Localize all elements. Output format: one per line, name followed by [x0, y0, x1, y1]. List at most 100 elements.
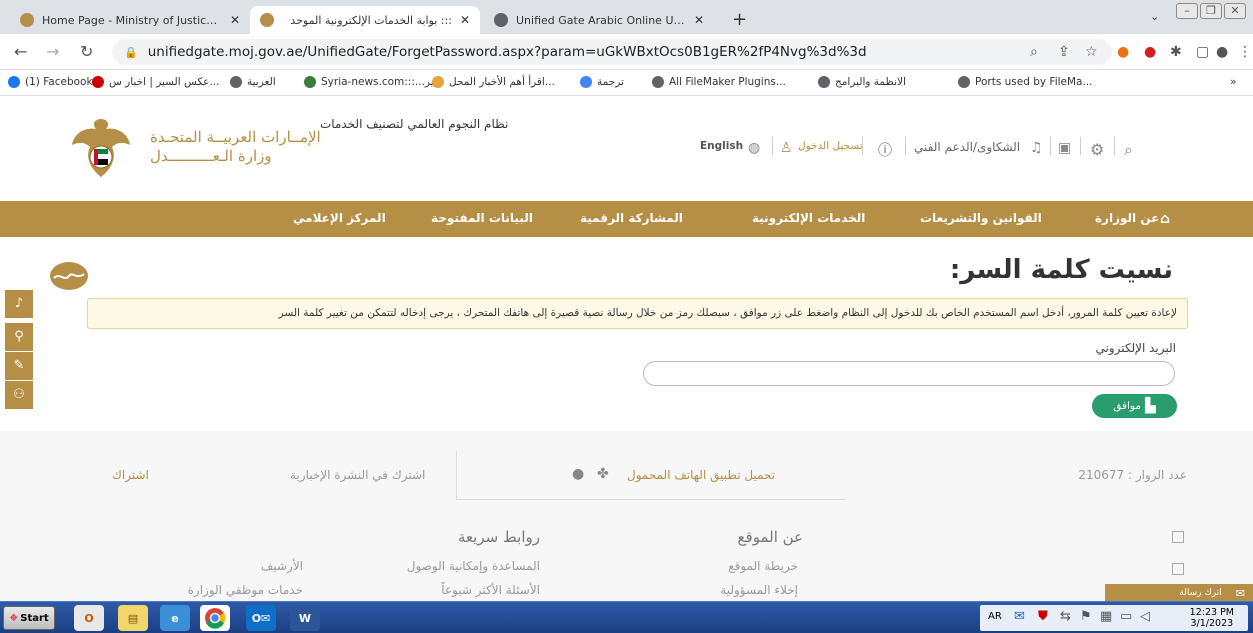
- share-icon[interactable]: ⇪: [1058, 44, 1070, 60]
- tab-search-chevron-icon[interactable]: ⌄: [1150, 10, 1159, 23]
- nav-laws[interactable]: القوانين والتشريعات: [920, 211, 1042, 225]
- close-tab-icon[interactable]: ✕: [460, 13, 470, 27]
- maximize-window-icon[interactable]: ❐: [1200, 3, 1222, 19]
- leave-message-tab[interactable]: اترك رسالة ✉: [1105, 584, 1253, 602]
- nav-media-center[interactable]: المركز الإعلامي: [293, 211, 386, 225]
- flag-tray-icon[interactable]: ⚑: [1080, 609, 1092, 624]
- edit-pen-icon[interactable]: ✎: [5, 352, 33, 380]
- bookmark-item[interactable]: عكس السير | اخبار س...: [92, 76, 219, 88]
- browser-toolbar: ← → ↻ 🔒 unifiedgate.moj.gov.ae/UnifiedGa…: [0, 34, 1253, 70]
- clock[interactable]: 12:23 PM 3/1/2023: [1190, 607, 1234, 629]
- url-text: unifiedgate.moj.gov.ae/UnifiedGate/Forge…: [147, 44, 867, 60]
- save-disk-icon: ▙: [1144, 398, 1156, 414]
- windows-logo-icon: ❖: [9, 612, 19, 624]
- newsletter-label[interactable]: اشترك في النشرة الإخبارية: [290, 468, 425, 482]
- nav-about-ministry[interactable]: عن الوزارة: [1095, 211, 1159, 225]
- browser-tab[interactable]: Home Page - Ministry of Justice - U/ ✕: [10, 6, 250, 34]
- english-link[interactable]: English: [700, 140, 743, 152]
- envelope-icon: ✉: [1235, 586, 1245, 600]
- divider: [772, 137, 773, 155]
- browser-tab[interactable]: Unified Gate Arabic Online User Ma ✕: [484, 6, 714, 34]
- word-icon[interactable]: W: [290, 605, 320, 631]
- address-bar[interactable]: 🔒 unifiedgate.moj.gov.ae/UnifiedGate/For…: [112, 39, 1112, 65]
- bookmark-item[interactable]: (1) Facebook: [8, 76, 93, 88]
- volume-tray-icon[interactable]: ◁: [1140, 609, 1150, 624]
- email-label: البريد الإلكتروني: [1095, 341, 1176, 355]
- nav-open-data[interactable]: البيانات المفتوحة: [431, 211, 533, 225]
- disclaimer-link[interactable]: إخلاء المسؤولية: [720, 583, 798, 597]
- minimize-window-icon[interactable]: –: [1176, 3, 1198, 19]
- clipboard-tray-icon[interactable]: ▦: [1100, 609, 1112, 624]
- bookmark-item[interactable]: Syria-news.com:::...سير: [304, 76, 443, 88]
- bookmark-item[interactable]: العربية: [230, 76, 276, 88]
- nav-digital-participation[interactable]: المشاركة الرقمية: [580, 211, 683, 225]
- close-window-icon[interactable]: ✕: [1224, 3, 1246, 19]
- uae-eagle-emblem-icon: [72, 119, 130, 177]
- bookmark-item[interactable]: الانظمة والبرامج: [818, 76, 906, 88]
- globe-language-icon[interactable]: ◍: [748, 140, 760, 156]
- opera-extension-icon[interactable]: ●: [1144, 44, 1156, 60]
- mobile-app-label: تحميل تطبيق الهاتف المحمول: [627, 468, 776, 482]
- bookmark-item[interactable]: All FileMaker Plugins...: [652, 76, 786, 88]
- reload-icon[interactable]: ↻: [80, 42, 93, 61]
- close-tab-icon[interactable]: ✕: [694, 13, 704, 27]
- start-button[interactable]: ❖ Start: [3, 606, 55, 630]
- extensions-puzzle-icon[interactable]: ✱: [1170, 44, 1182, 60]
- search-icon[interactable]: ⌕: [1124, 140, 1133, 160]
- apple-icon[interactable]: ●: [572, 466, 584, 482]
- network-tray-icon[interactable]: ⇆: [1060, 609, 1071, 624]
- bookmark-item[interactable]: Ports used by FileMa...: [958, 76, 1093, 88]
- headset-icon[interactable]: ♫: [1030, 140, 1043, 156]
- chrome-icon[interactable]: [200, 605, 230, 631]
- display-tray-icon[interactable]: ▭: [1120, 609, 1132, 624]
- info-icon[interactable]: ⓘ: [878, 140, 892, 160]
- internet-explorer-icon[interactable]: e: [160, 605, 190, 631]
- email-input[interactable]: [643, 361, 1175, 386]
- android-icon[interactable]: ✤: [597, 466, 609, 482]
- stars-rating-broken-image[interactable]: نظام النجوم العالمي لتصنيف الخدمات: [320, 117, 508, 131]
- new-tab-button[interactable]: +: [732, 9, 747, 30]
- archive-link[interactable]: الأرشيف: [261, 559, 303, 573]
- accessibility-tool-icon[interactable]: ⚲: [5, 323, 33, 351]
- office-app-icon[interactable]: O: [74, 605, 104, 631]
- outlook-icon[interactable]: O✉: [246, 605, 276, 631]
- divider: [1080, 137, 1081, 155]
- nav-eservices[interactable]: الخدمات الإلكترونية: [752, 211, 865, 225]
- accessibility-link[interactable]: المساعدة وإمكانية الوصول: [407, 559, 540, 573]
- bookmark-item[interactable]: اقرأ أهم الأخبار المحل...: [432, 76, 555, 88]
- notification-bell-icon[interactable]: ♪: [5, 290, 33, 318]
- tab-title: Unified Gate Arabic Online User Ma: [516, 13, 686, 27]
- back-arrow-icon[interactable]: ←: [14, 42, 27, 61]
- forward-arrow-icon[interactable]: →: [46, 42, 59, 61]
- user-icon[interactable]: ♙: [780, 140, 793, 156]
- zoom-icon[interactable]: ⌕: [1030, 44, 1038, 60]
- bookmarks-more-button[interactable]: »: [1230, 76, 1236, 88]
- close-tab-icon[interactable]: ✕: [230, 13, 240, 27]
- outlook-tray-icon[interactable]: ✉: [1014, 609, 1025, 624]
- file-explorer-icon[interactable]: ▤: [118, 605, 148, 631]
- extension-orange-icon[interactable]: ●: [1117, 44, 1129, 60]
- pdf-icon[interactable]: ▣: [1058, 140, 1071, 156]
- staff-services-link[interactable]: خدمات موظفي الوزارة: [188, 583, 303, 597]
- login-link[interactable]: تسجيل الدخول: [798, 140, 863, 152]
- ok-button[interactable]: ▙ موافق: [1092, 394, 1177, 418]
- browser-tab-active[interactable]: ::: بوابة الخدمات الإلكترونية الموحد ✕: [250, 6, 480, 34]
- subscribe-button[interactable]: اشتراك: [112, 468, 149, 482]
- bookmark-star-icon[interactable]: ☆: [1085, 44, 1098, 60]
- binoculars-icon[interactable]: ⚇: [5, 381, 33, 409]
- menu-kebab-icon[interactable]: ⋮: [1238, 44, 1252, 60]
- faq-link[interactable]: الأسئلة الأكثر شيوعاً: [441, 583, 540, 597]
- profile-avatar-icon[interactable]: ●: [1216, 44, 1228, 60]
- browser-tab-strip: Home Page - Ministry of Justice - U/ ✕ :…: [0, 0, 1253, 34]
- sitemap-link[interactable]: خريطة الموقع: [728, 559, 798, 573]
- signature-badge-icon[interactable]: [50, 262, 88, 290]
- language-indicator[interactable]: AR: [988, 611, 1002, 622]
- accessibility-settings-icon[interactable]: ⚙: [1090, 140, 1104, 159]
- ministry-favicon-icon: [260, 13, 274, 27]
- home-icon[interactable]: ⌂: [1160, 211, 1170, 227]
- footer-divider: [456, 499, 846, 500]
- antivirus-tray-icon[interactable]: ⛊: [1038, 609, 1048, 624]
- bookmark-item[interactable]: ترجمة: [580, 76, 624, 88]
- side-panel-icon[interactable]: ▢: [1196, 44, 1209, 60]
- complaints-link[interactable]: الشكاوى/الدعم الفني: [914, 140, 1020, 154]
